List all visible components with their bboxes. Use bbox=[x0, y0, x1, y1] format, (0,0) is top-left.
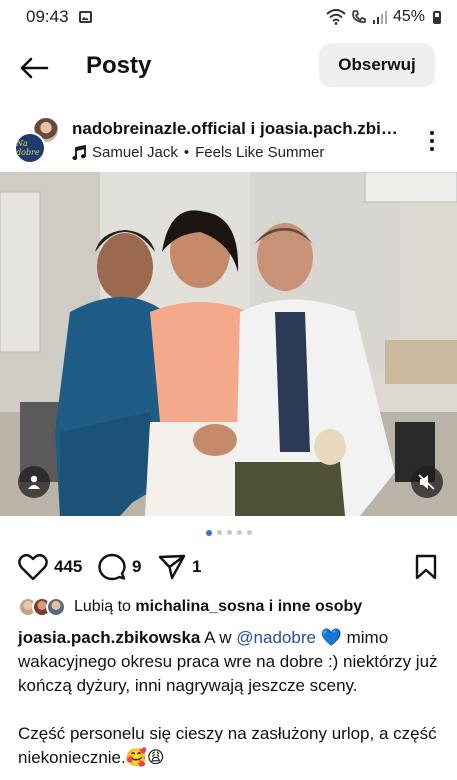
signal-icon bbox=[372, 11, 387, 24]
carousel-dot bbox=[216, 530, 222, 535]
speaker-muted-icon bbox=[418, 474, 435, 490]
avatar bbox=[46, 597, 66, 617]
carousel-dot-active bbox=[205, 530, 212, 536]
arrow-left-icon bbox=[20, 57, 49, 79]
more-dot bbox=[430, 147, 434, 151]
music-note-icon bbox=[72, 144, 86, 160]
post-usernames[interactable]: nadobreinazle.official i joasia.pach.zbi… bbox=[72, 119, 402, 139]
caption-end-emoji: 🥰😩 bbox=[125, 748, 165, 767]
likes-count: 445 bbox=[54, 557, 83, 576]
more-dot bbox=[430, 139, 434, 143]
bookmark-icon bbox=[415, 554, 437, 580]
send-icon bbox=[158, 554, 186, 580]
post-actions: 445 9 1 bbox=[0, 552, 457, 584]
avatar-nadobre-logo: Na dobre bbox=[14, 132, 46, 164]
mute-button[interactable] bbox=[411, 466, 443, 498]
carousel-dot bbox=[246, 530, 252, 535]
music-row[interactable]: Samuel Jack • Feels Like Summer bbox=[72, 144, 324, 161]
post-caption: joasia.pach.zbikowska A w @nadobre 💙 mim… bbox=[18, 626, 443, 780]
music-separator: • bbox=[183, 144, 190, 161]
heart-icon bbox=[18, 553, 48, 581]
app-header: Posty Obserwuj bbox=[0, 38, 457, 98]
battery-icon bbox=[433, 10, 441, 24]
liker-username[interactable]: michalina_sosna bbox=[135, 598, 264, 616]
comment-button[interactable]: 9 bbox=[98, 552, 141, 582]
likes-summary[interactable]: Lubią to michalina_sosna i inne osoby bbox=[18, 597, 362, 617]
back-button[interactable] bbox=[16, 50, 52, 86]
photo-illustration bbox=[0, 172, 457, 516]
post-header: Na dobre nadobreinazle.official i joasia… bbox=[0, 114, 457, 172]
caption-author[interactable]: joasia.pach.zbikowska bbox=[18, 628, 200, 647]
carousel-dot bbox=[226, 530, 232, 535]
caption-paragraph-2-text: Część personelu się cieszy na zasłużony … bbox=[18, 724, 437, 767]
music-title: Feels Like Summer bbox=[195, 144, 325, 161]
caption-paragraph-1: joasia.pach.zbikowska A w @nadobre 💙 mim… bbox=[18, 626, 443, 698]
comment-icon bbox=[98, 553, 126, 581]
music-artist: Samuel Jack bbox=[92, 144, 178, 161]
page-title: Posty bbox=[86, 52, 152, 79]
carousel-indicator bbox=[0, 530, 457, 536]
caption-mention[interactable]: @nadobre bbox=[236, 628, 316, 647]
status-bar: 09:43 45% bbox=[0, 0, 457, 34]
liker-avatars bbox=[18, 597, 66, 617]
post-photo[interactable] bbox=[0, 172, 457, 516]
gallery-notification-icon bbox=[78, 11, 92, 23]
blue-heart-emoji: 💙 bbox=[320, 628, 342, 647]
like-button[interactable]: 445 bbox=[18, 552, 82, 582]
shares-count: 1 bbox=[192, 557, 202, 576]
avatar-stack[interactable]: Na dobre bbox=[14, 116, 62, 164]
user-tag-icon bbox=[28, 475, 40, 489]
save-button[interactable] bbox=[415, 554, 437, 585]
likes-prefix: Lubią to bbox=[74, 598, 131, 615]
caption-paragraph-2: Część personelu się cieszy na zasłużony … bbox=[18, 722, 443, 770]
follow-button[interactable]: Obserwuj bbox=[319, 43, 435, 87]
battery-percent: 45% bbox=[392, 8, 425, 25]
wifi-icon bbox=[326, 9, 346, 25]
comments-count: 9 bbox=[132, 557, 142, 576]
share-button[interactable]: 1 bbox=[158, 552, 201, 582]
call-icon bbox=[352, 10, 366, 23]
likes-suffix[interactable]: i inne osoby bbox=[269, 598, 362, 616]
more-vertical-icon bbox=[430, 131, 434, 135]
status-time: 09:43 bbox=[26, 7, 69, 26]
carousel-dot bbox=[236, 530, 242, 535]
more-options-button[interactable] bbox=[425, 128, 439, 154]
user-tag-button[interactable] bbox=[18, 466, 50, 498]
status-right: 45% bbox=[326, 8, 441, 26]
caption-text-start: A w bbox=[204, 628, 232, 647]
